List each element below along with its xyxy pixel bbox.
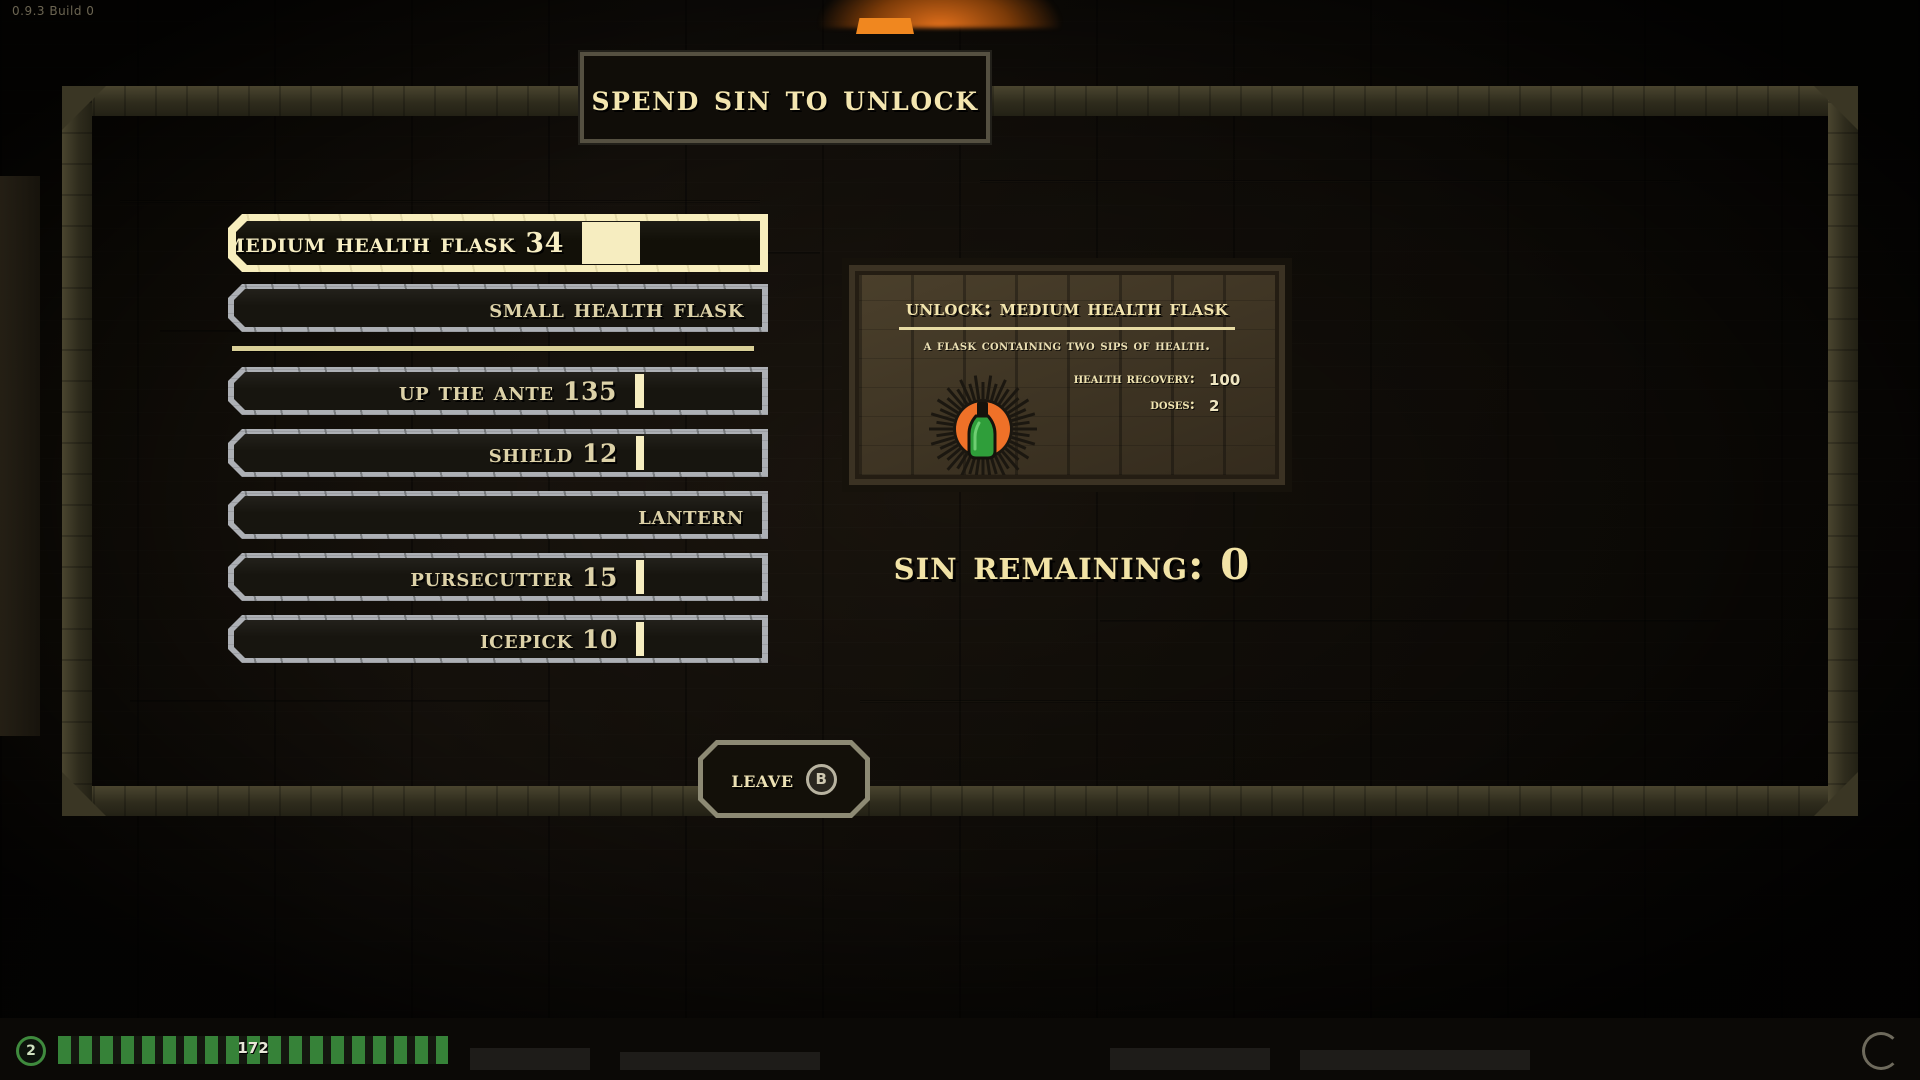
- menu-item-pursecutter-15[interactable]: Pursecutter 15: [228, 553, 768, 601]
- menu-item-cost-indicator: [635, 374, 644, 408]
- menu-item-inner: Lantern: [234, 496, 762, 534]
- menu-item-inner: Small Health Flask: [234, 289, 762, 327]
- hud-smear: [1300, 1050, 1530, 1070]
- item-info-description: A flask containing two sips of health.: [923, 337, 1211, 354]
- item-info-stats: Health Recovery: 100 Doses: 2: [1059, 370, 1263, 415]
- frame-beam-bottom: [62, 786, 1858, 816]
- menu-item-label: Shield 12: [488, 438, 618, 468]
- menu-item-cost-indicator: [636, 436, 644, 470]
- title-plaque: Spend Sin to Unlock: [578, 50, 992, 145]
- page-title: Spend Sin to Unlock: [591, 76, 979, 119]
- menu-item-lantern[interactable]: Lantern: [228, 491, 768, 539]
- menu-item-medium-health-flask-34[interactable]: Medium Health Flask 34: [228, 214, 768, 272]
- game-screen: 0.9.3 Build 0 Spend Sin to Unlock Medium…: [0, 0, 1920, 1080]
- hud-status-ring: [1862, 1032, 1900, 1070]
- item-info-divider: [899, 327, 1235, 330]
- menu-item-label: Icepick 10: [480, 624, 618, 654]
- b-button-icon: B: [806, 764, 837, 795]
- stat-key: Doses:: [1150, 396, 1195, 413]
- menu-item-label: Medium Health Flask 34: [236, 227, 564, 259]
- menu-item-inner: Shield 12: [234, 434, 762, 472]
- menu-divider: [232, 346, 754, 351]
- stat-value: 100: [1209, 371, 1241, 389]
- frame-beam-left: [62, 86, 92, 816]
- lives-counter: 2: [16, 1036, 46, 1066]
- unlock-menu-list[interactable]: Medium Health Flask 34 Small Health Flask…: [228, 214, 768, 677]
- item-info-title: Unlock: Medium Health Flask: [905, 295, 1229, 320]
- ceiling-light-glow: [820, 0, 1060, 28]
- left-wall-decoration: [0, 176, 40, 736]
- menu-item-cost-indicator: [636, 560, 644, 594]
- ceiling-light-core: [856, 18, 914, 34]
- health-bar-value: 172: [237, 1039, 269, 1057]
- menu-item-label: Pursecutter 15: [410, 562, 618, 592]
- menu-item-cost-indicator: [582, 222, 640, 264]
- hud-smear: [470, 1048, 590, 1070]
- leave-button[interactable]: Leave B: [698, 740, 870, 818]
- hud-smear: [620, 1052, 820, 1070]
- menu-item-label: Lantern: [638, 500, 744, 530]
- green-bottle-icon: [927, 371, 1039, 475]
- menu-item-shield-12[interactable]: Shield 12: [228, 429, 768, 477]
- stat-row: Doses: 2: [1059, 396, 1263, 415]
- menu-item-inner: Up the Ante 135: [234, 372, 762, 410]
- menu-item-label: Up the Ante 135: [398, 376, 617, 406]
- sin-remaining-label: Sin Remaining: 0: [893, 540, 1251, 589]
- version-label: 0.9.3 Build 0: [12, 4, 95, 18]
- frame-beam-right: [1828, 86, 1858, 816]
- menu-item-inner: Icepick 10: [234, 620, 762, 658]
- menu-item-inner: Pursecutter 15: [234, 558, 762, 596]
- health-bar: 172: [58, 1036, 448, 1064]
- menu-item-icepick-10[interactable]: Icepick 10: [228, 615, 768, 663]
- item-info-panel: Unlock: Medium Health Flask A flask cont…: [842, 258, 1292, 492]
- stat-row: Health Recovery: 100: [1059, 370, 1263, 389]
- menu-item-inner: Medium Health Flask 34: [236, 221, 760, 265]
- menu-item-small-health-flask[interactable]: Small Health Flask: [228, 284, 768, 332]
- stat-key: Health Recovery:: [1073, 370, 1195, 387]
- stat-value: 2: [1209, 397, 1220, 415]
- hud-smear: [1110, 1048, 1270, 1070]
- leave-button-inner[interactable]: Leave B: [703, 745, 865, 813]
- item-info-panel-inner: Unlock: Medium Health Flask A flask cont…: [855, 271, 1279, 479]
- leave-button-label: Leave: [731, 765, 794, 793]
- menu-item-up-the-ante-135[interactable]: Up the Ante 135: [228, 367, 768, 415]
- menu-item-label: Small Health Flask: [489, 293, 744, 323]
- menu-item-cost-indicator: [636, 622, 644, 656]
- bottom-hud: 2 172: [0, 1018, 1920, 1080]
